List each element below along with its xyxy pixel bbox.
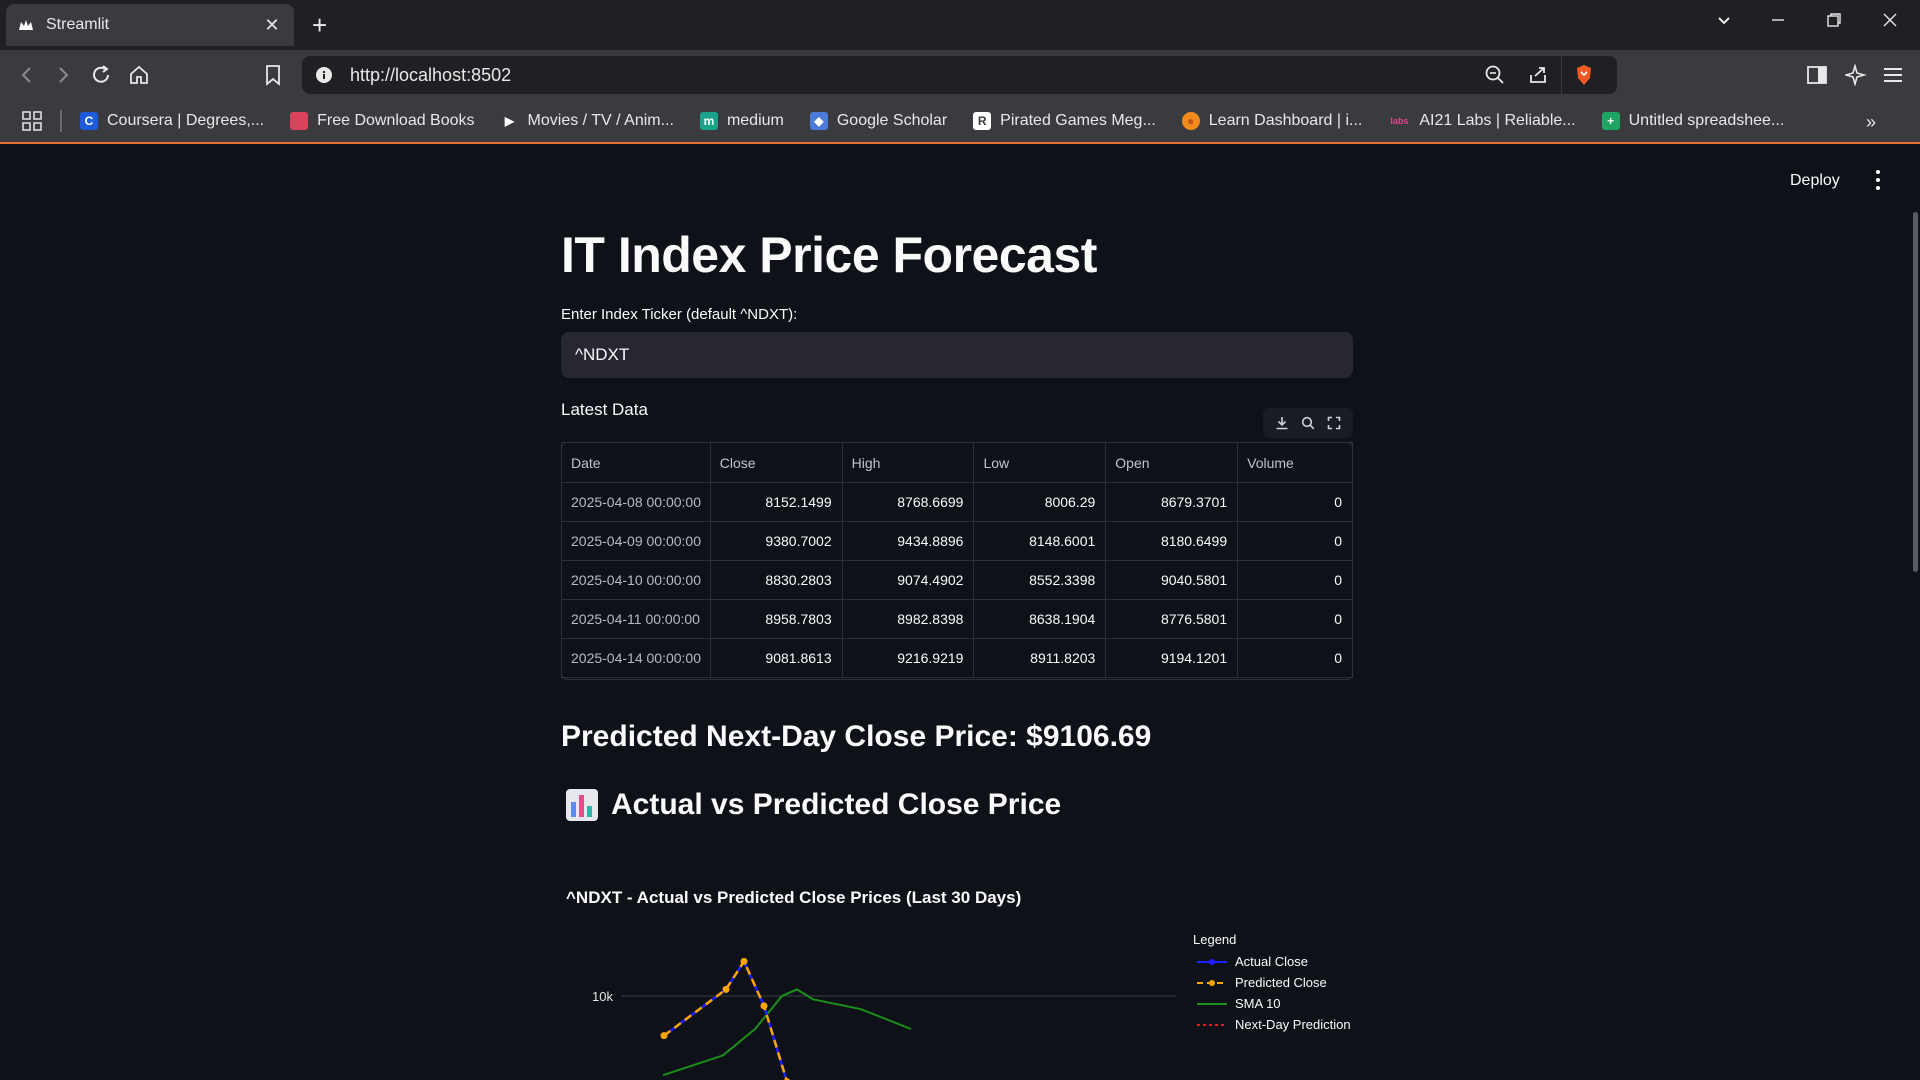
legend-label: SMA 10 — [1235, 996, 1281, 1011]
page-scrollbar[interactable] — [1913, 212, 1918, 572]
home-icon[interactable] — [126, 62, 152, 88]
predicted-price-heading: Predicted Next-Day Close Price: $9106.69 — [561, 720, 1152, 753]
chart-subheader: Actual vs Predicted Close Price — [561, 788, 1061, 822]
bookmark-label: Google Scholar — [836, 112, 948, 129]
url-text: http://localhost:8502 — [350, 65, 512, 85]
legend-title: Legend — [1193, 932, 1236, 947]
page-title: IT Index Price Forecast — [561, 227, 1097, 283]
bookmark-label: Pirated Games Meg... — [1000, 112, 1156, 129]
bookmark-label: medium — [726, 112, 784, 129]
bar-chart-icon — [566, 789, 598, 821]
book-icon — [290, 112, 309, 130]
bookmark-item[interactable]: Free Download Books — [290, 112, 475, 130]
apps-grid-icon[interactable] — [22, 111, 42, 131]
games-icon: R — [973, 112, 992, 130]
bookmark-item[interactable]: C Coursera | Degrees,... — [80, 112, 264, 130]
main-menu-icon[interactable] — [1870, 168, 1886, 192]
tab-title: Streamlit — [46, 16, 110, 33]
browser-tab[interactable]: Streamlit ✕ — [6, 4, 294, 46]
scholar-icon: ◆ — [809, 112, 828, 130]
bookmark-item[interactable]: R Pirated Games Meg... — [973, 112, 1156, 130]
brave-shield-icon[interactable] — [1574, 64, 1594, 91]
sheets-icon: + — [1601, 112, 1620, 130]
restore-icon[interactable] — [1826, 12, 1842, 33]
forward-icon[interactable] — [50, 62, 76, 88]
bookmark-label: Learn Dashboard | i... — [1208, 112, 1363, 129]
minimize-icon[interactable] — [1770, 12, 1786, 33]
bookmark-item[interactable]: ▶ Movies / TV / Anim... — [500, 112, 674, 130]
dataframe-toolbar — [1263, 408, 1353, 438]
bookmark-label: AI21 Labs | Reliable... — [1419, 112, 1576, 129]
bookmark-label: Free Download Books — [317, 112, 475, 129]
address-bar[interactable]: http://localhost:8502 — [302, 56, 1617, 94]
bookmark-icon[interactable] — [260, 62, 286, 88]
chart-subheader-text: Actual vs Predicted Close Price — [611, 788, 1062, 821]
streamlit-icon — [18, 17, 34, 33]
bookmark-item[interactable]: + Untitled spreadshee... — [1601, 112, 1785, 130]
fullscreen-icon[interactable] — [1324, 413, 1344, 433]
dataframe-border — [561, 442, 1353, 680]
bookmark-list: C Coursera | Degrees,... Free Download Boo… — [80, 112, 1810, 130]
zoom-icon[interactable] — [1485, 65, 1505, 90]
bookmarks-bar: C Coursera | Degrees,... Free Download Boo… — [0, 100, 1920, 144]
legend-label: Predicted Close — [1235, 975, 1327, 990]
predicted-close-point — [660, 1032, 668, 1040]
share-icon[interactable] — [1528, 65, 1548, 90]
medium-icon: m — [699, 112, 718, 130]
bookmark-label: Movies / TV / Anim... — [527, 112, 674, 129]
site-info-icon[interactable] — [315, 66, 333, 89]
browser-tab-bar: Streamlit ✕ + — [0, 0, 1920, 50]
sidebar-icon[interactable] — [1804, 62, 1830, 88]
bookmark-item[interactable]: m medium — [699, 112, 784, 130]
legend-marker — [1209, 959, 1215, 965]
streamlit-app: Deploy IT Index Price Forecast Enter Ind… — [0, 146, 1920, 1080]
chart-canvas[interactable]: 10k Legend Actual Close Predicted Close SMA … — [561, 866, 1353, 1080]
legend-marker — [1209, 980, 1215, 986]
legend-label: Actual Close — [1235, 954, 1308, 969]
deploy-button[interactable]: Deploy — [1790, 172, 1840, 190]
more-bookmarks-icon[interactable]: » — [1866, 112, 1876, 133]
bookmark-label: Coursera | Degrees,... — [107, 112, 265, 129]
bookmarks-divider — [60, 110, 62, 132]
close-tab-icon[interactable]: ✕ — [262, 15, 282, 36]
new-tab-button[interactable]: + — [312, 10, 327, 40]
download-icon[interactable] — [1272, 413, 1292, 433]
predicted-close-point — [760, 1002, 768, 1010]
bookmark-label: Untitled spreadshee... — [1628, 112, 1785, 129]
predicted-close-point — [740, 957, 748, 965]
tab-search-icon[interactable] — [1716, 12, 1732, 33]
learn-icon: ● — [1181, 112, 1200, 130]
close-window-icon[interactable] — [1882, 12, 1898, 33]
price-chart[interactable]: ^NDXT - Actual vs Predicted Close Prices… — [561, 866, 1353, 1080]
play-icon: ▶ — [500, 112, 519, 130]
latest-data-label: Latest Data — [561, 400, 648, 419]
bookmark-item[interactable]: ● Learn Dashboard | i... — [1181, 112, 1363, 130]
ticker-input[interactable] — [561, 332, 1353, 378]
legend-label: Next-Day Prediction — [1235, 1017, 1351, 1032]
leo-ai-icon[interactable] — [1843, 62, 1869, 88]
search-icon[interactable] — [1298, 413, 1318, 433]
reload-icon[interactable] — [88, 62, 114, 88]
series-line-sma-10 — [662, 988, 912, 1077]
browser-toolbar: http://localhost:8502 — [0, 50, 1920, 100]
url-divider — [1561, 56, 1562, 94]
menu-icon[interactable] — [1880, 62, 1906, 88]
predicted-close-point — [722, 985, 730, 993]
bookmark-item[interactable]: labs AI21 Labs | Reliable... — [1388, 112, 1576, 130]
ticker-input-label: Enter Index Ticker (default ^NDXT): — [561, 306, 798, 323]
bookmark-item[interactable]: ◆ Google Scholar — [809, 112, 948, 130]
coursera-icon: C — [80, 112, 98, 130]
ai21-icon: labs — [1388, 112, 1411, 130]
back-icon[interactable] — [14, 62, 40, 88]
y-tick-label: 10k — [592, 989, 613, 1004]
